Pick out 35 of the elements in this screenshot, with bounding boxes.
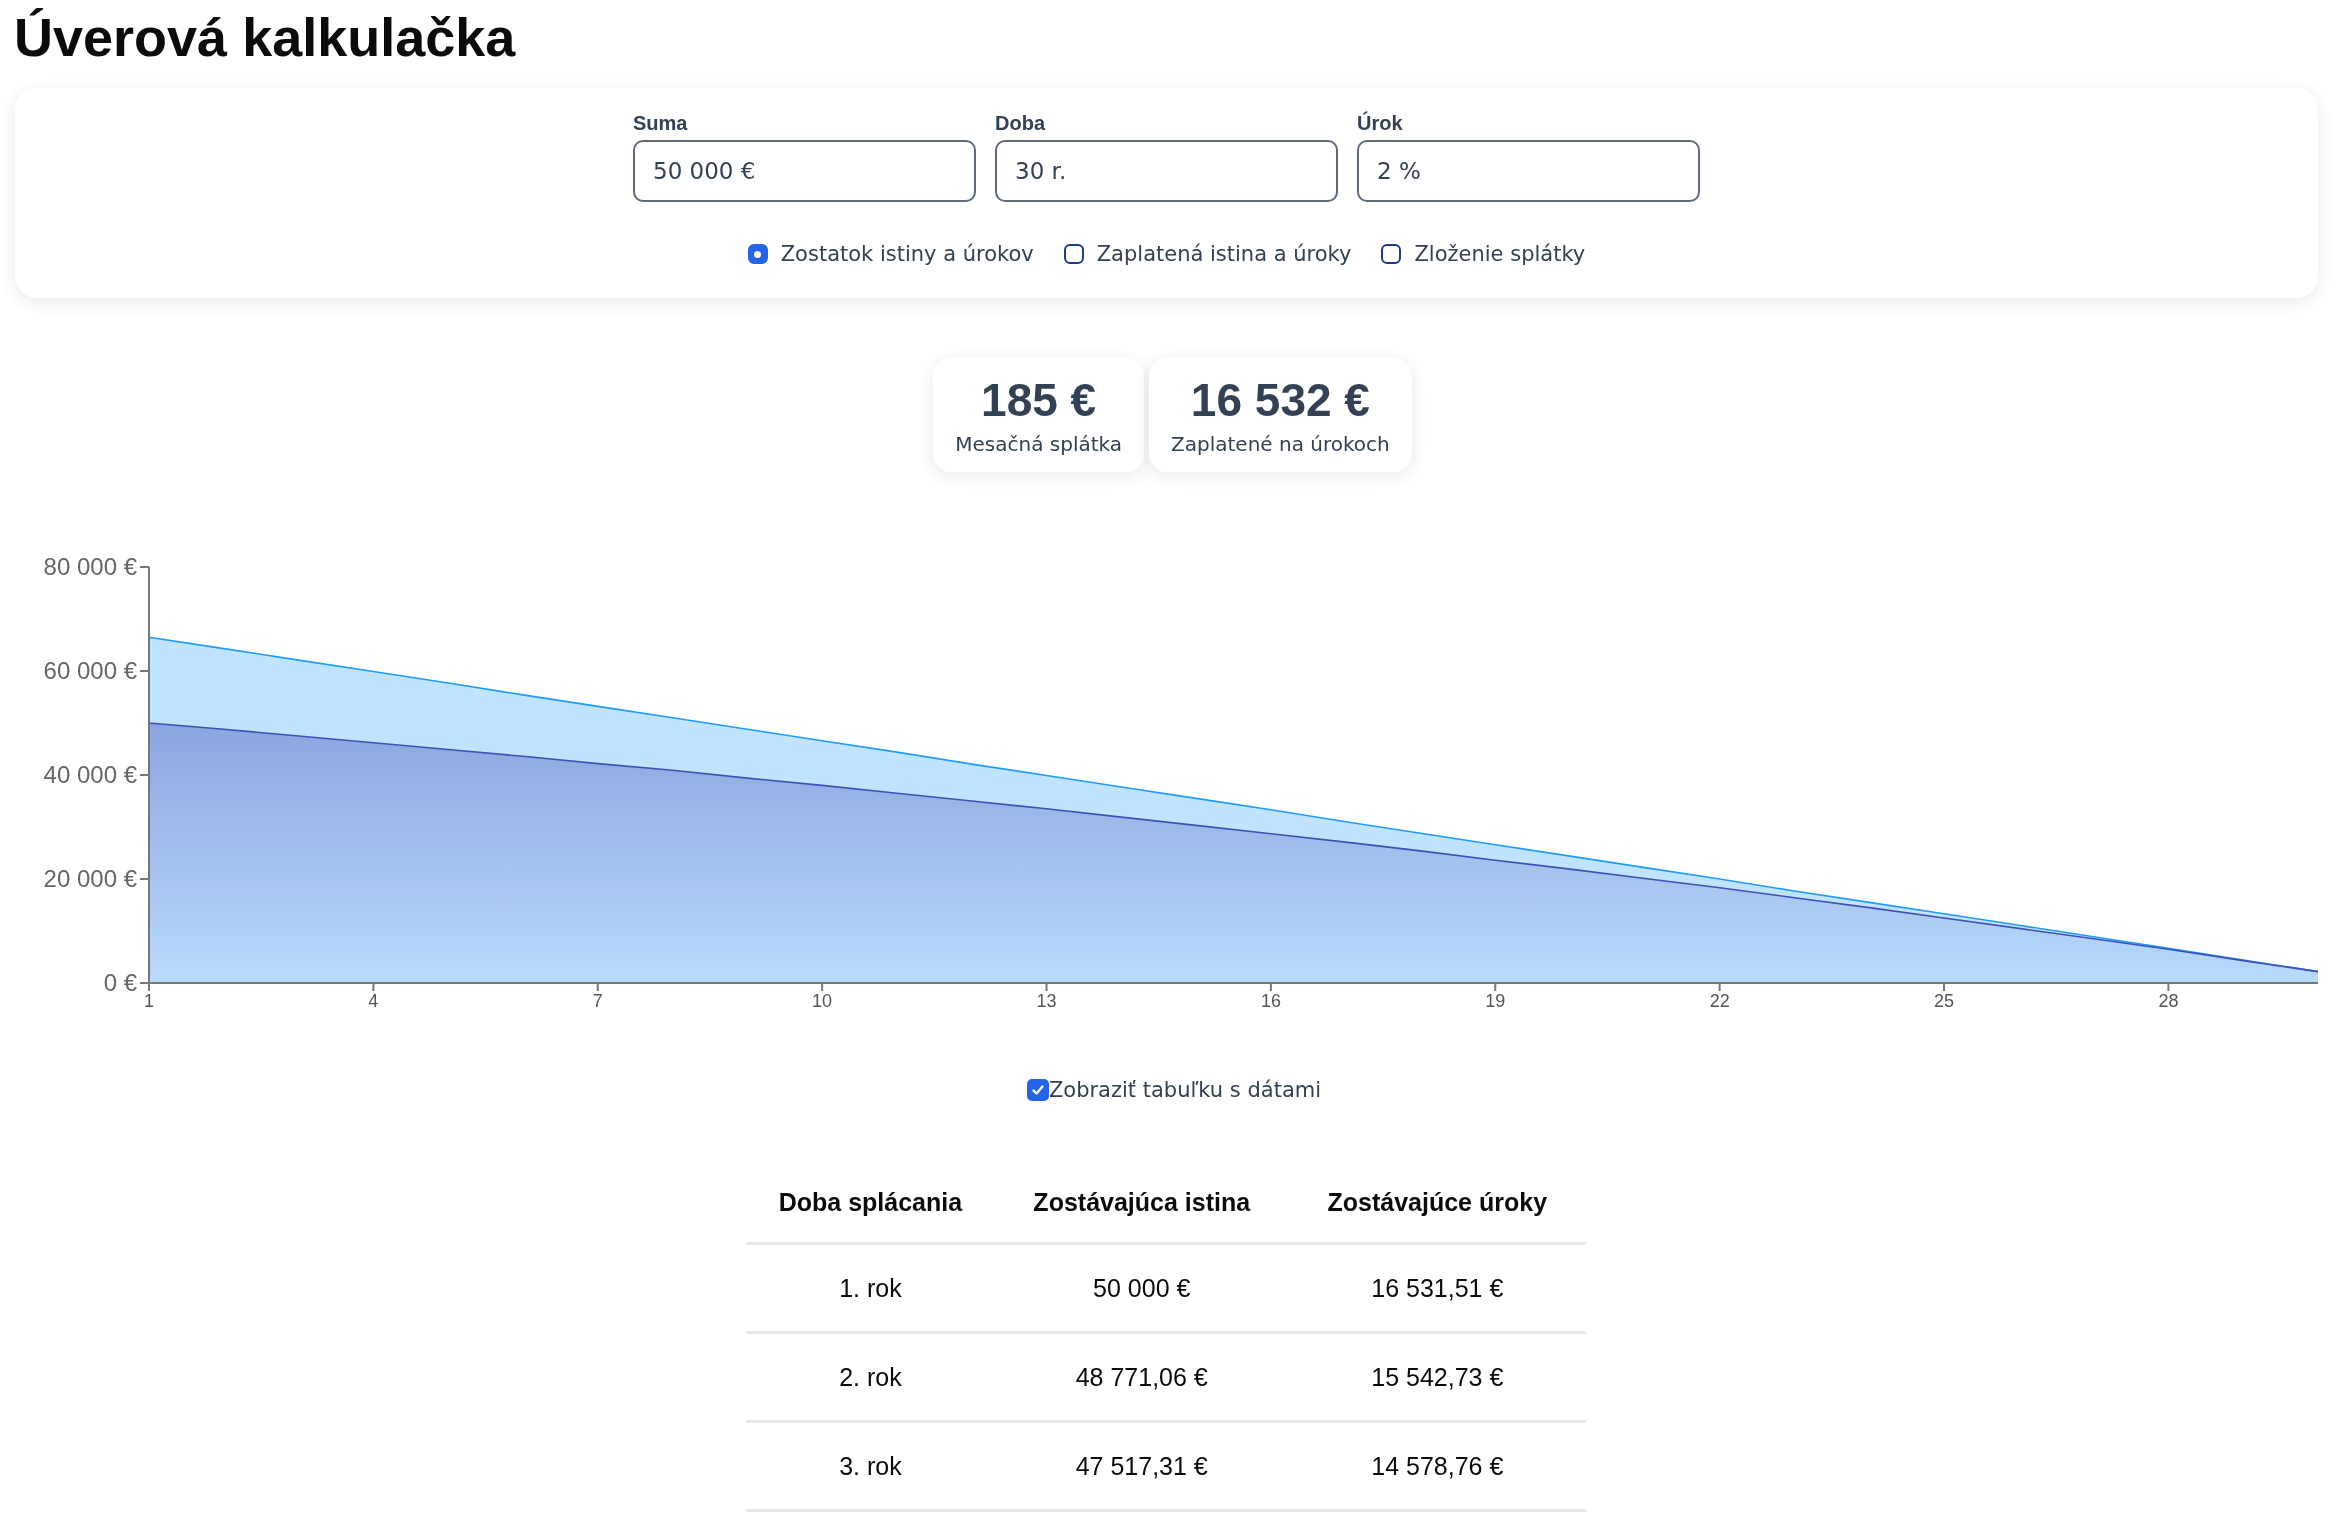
- axis-label: 10: [812, 991, 833, 1011]
- axis-label: 16: [1260, 991, 1281, 1011]
- table-cell: 14 578,76 €: [1288, 1421, 1586, 1511]
- axis-label: 28: [2158, 991, 2179, 1011]
- axis-label: 19: [1485, 991, 1506, 1011]
- stat-value: 16 532 €: [1190, 373, 1370, 428]
- table-cell: 48 771,06 €: [994, 1332, 1289, 1422]
- axis-label: 60 000 €: [43, 657, 137, 684]
- axis-label: 13: [1036, 991, 1057, 1011]
- column-header: Zostávajúce úroky: [1288, 1162, 1586, 1244]
- table-cell: 47 517,31 €: [994, 1421, 1289, 1511]
- field-label: Úrok: [1357, 110, 1404, 136]
- axis-label: 80 000 €: [43, 553, 137, 580]
- axis-label: 25: [1934, 991, 1955, 1011]
- table-cell: 15 542,73 €: [1288, 1332, 1586, 1422]
- axis-label: 20 000 €: [43, 865, 137, 892]
- axis-label: 40 000 €: [43, 761, 137, 788]
- axis-label: 7: [592, 991, 603, 1011]
- axis-label: 0 €: [103, 969, 137, 996]
- axis-label: 4: [368, 991, 379, 1011]
- field-label: Suma: [633, 111, 689, 136]
- stat-label: Zaplatené na úrokoch: [1171, 432, 1390, 456]
- axis-label: 22: [1709, 991, 1730, 1011]
- stat-label: Mesačná splátka: [955, 432, 1123, 456]
- table-cell: 50 000 €: [994, 1243, 1289, 1333]
- table-cell: 2. rok: [746, 1332, 995, 1422]
- page-title: Úverová kalkulačka: [13, 6, 517, 69]
- table-cell: 1. rok: [746, 1243, 995, 1333]
- column-header: Zostávajúca istina: [994, 1162, 1289, 1244]
- stat-value: 185 €: [981, 373, 1097, 428]
- table-cell: 3. rok: [746, 1421, 995, 1511]
- column-header: Doba splácania: [746, 1162, 995, 1244]
- field-label: Doba: [995, 111, 1047, 136]
- table-cell: 16 531,51 €: [1288, 1243, 1586, 1333]
- axis-label: 1: [144, 991, 154, 1011]
